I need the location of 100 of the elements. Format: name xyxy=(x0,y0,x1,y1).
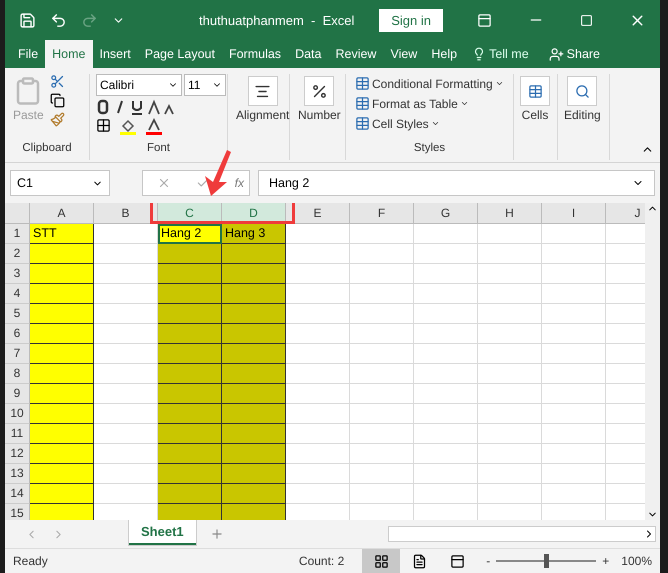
table-cell xyxy=(222,244,286,264)
view-button[interactable] xyxy=(362,548,400,573)
table-cell: Hang 2 xyxy=(158,224,222,244)
cut-icon[interactable] xyxy=(50,74,65,89)
ribbon-tab[interactable]: Help xyxy=(424,40,464,68)
row-header[interactable]: 8 xyxy=(5,364,30,384)
table-cell xyxy=(286,324,350,344)
row-header[interactable]: 9 xyxy=(5,384,30,404)
ribbon-tab[interactable]: Formulas xyxy=(222,40,288,68)
table-cell xyxy=(414,344,478,364)
ribbon-display-icon[interactable] xyxy=(477,12,492,28)
row-header[interactable]: 2 xyxy=(5,244,30,264)
table-cell xyxy=(414,324,478,344)
column-header[interactable]: F xyxy=(350,203,414,224)
column-header[interactable]: A xyxy=(30,203,94,224)
table-cell xyxy=(478,284,542,304)
table-cell xyxy=(94,464,158,484)
styles-menu-button[interactable]: Cell Styles xyxy=(352,114,443,133)
maximize-icon[interactable] xyxy=(580,14,593,26)
ribbon-tab[interactable]: Page Layout xyxy=(138,40,222,68)
table-cell xyxy=(286,384,350,404)
ribbon-tab[interactable]: Insert xyxy=(92,40,138,68)
tell-me-text[interactable]: Tell me xyxy=(489,47,529,61)
table-cell xyxy=(478,484,542,504)
underline-icon[interactable] xyxy=(130,99,144,115)
borders-icon[interactable] xyxy=(96,118,111,133)
editing-button[interactable]: Editing xyxy=(562,74,603,124)
add-sheet-icon[interactable] xyxy=(210,527,224,541)
font-name-field[interactable]: Calibri xyxy=(96,74,182,96)
ribbon-tab[interactable]: View xyxy=(383,40,424,68)
ribbon-tab[interactable]: Home xyxy=(45,40,92,68)
table-cell xyxy=(286,484,350,504)
zoom-thumb[interactable] xyxy=(544,554,550,568)
ribbon-tab[interactable]: File xyxy=(11,40,46,68)
column-header[interactable]: I xyxy=(542,203,606,224)
table-cell xyxy=(286,284,350,304)
row-header[interactable]: 11 xyxy=(5,424,30,444)
zoom-out-button[interactable]: - xyxy=(486,554,490,568)
table-cell xyxy=(478,384,542,404)
ribbon-tab[interactable]: Data xyxy=(288,40,328,68)
row-header[interactable]: 5 xyxy=(5,304,30,324)
alignment-button[interactable]: Alignment xyxy=(234,74,292,124)
font-size-field[interactable]: 11 xyxy=(184,74,226,96)
formula-field[interactable]: Hang 2 xyxy=(258,170,655,196)
save-icon[interactable] xyxy=(19,12,36,28)
page-layout-icon xyxy=(412,554,427,568)
column-header[interactable]: G xyxy=(414,203,478,224)
table-cell xyxy=(94,484,158,504)
number-button[interactable]: Number xyxy=(296,74,343,124)
insert-function-button[interactable]: fx xyxy=(234,176,244,190)
table-cell xyxy=(478,444,542,464)
table-cell xyxy=(158,344,222,364)
row-header[interactable]: 6 xyxy=(5,324,30,344)
zoom-level-text[interactable]: 100% xyxy=(621,554,652,568)
sign-in-button[interactable]: Sign in xyxy=(379,8,443,32)
dropdown-icon xyxy=(494,79,504,88)
table-cell xyxy=(350,464,414,484)
table-cell xyxy=(286,304,350,324)
table-cell xyxy=(350,284,414,304)
share-icon xyxy=(548,46,564,62)
styles-menu-button[interactable]: Format as Table xyxy=(352,94,472,113)
column-header[interactable]: J xyxy=(606,203,645,224)
table-cell xyxy=(478,264,542,284)
share-text[interactable]: Share xyxy=(566,47,600,61)
column-header[interactable]: H xyxy=(478,203,542,224)
table-cell xyxy=(478,464,542,484)
row-header[interactable]: 12 xyxy=(5,444,30,464)
row-header[interactable]: 10 xyxy=(5,404,30,424)
column-header[interactable]: E xyxy=(286,203,350,224)
table-cell xyxy=(30,464,94,484)
horizontal-scrollbar[interactable] xyxy=(388,526,656,542)
table-cell xyxy=(542,464,606,484)
row-header[interactable]: 14 xyxy=(5,484,30,504)
row-header[interactable]: 1 xyxy=(5,224,30,244)
row-header[interactable]: 7 xyxy=(5,344,30,364)
dropdown-icon xyxy=(430,119,440,128)
table-cell xyxy=(222,504,286,520)
row-header[interactable]: 3 xyxy=(5,264,30,284)
zoom-in-button[interactable]: + xyxy=(602,554,610,568)
table-cell xyxy=(222,284,286,304)
sheet-tab[interactable]: Sheet1 xyxy=(129,519,196,545)
table-cell xyxy=(350,364,414,384)
row-header[interactable]: 15 xyxy=(5,504,30,520)
fill-color-icon[interactable] xyxy=(119,118,137,135)
copy-icon[interactable] xyxy=(50,93,65,108)
table-icon xyxy=(528,84,542,98)
table-cell xyxy=(414,404,478,424)
table-cell xyxy=(94,244,158,264)
ribbon-tab[interactable]: Review xyxy=(328,40,384,68)
row-header[interactable]: 13 xyxy=(5,464,30,484)
styles-menu-button[interactable]: Conditional Formatting xyxy=(352,74,507,93)
table-cell xyxy=(542,484,606,504)
table-cell xyxy=(158,484,222,504)
table-cell xyxy=(30,484,94,504)
column-header[interactable]: B xyxy=(94,203,158,224)
row-header[interactable]: 4 xyxy=(5,284,30,304)
table-cell xyxy=(30,384,94,404)
font-color-icon[interactable] xyxy=(145,118,163,135)
undo-icon[interactable] xyxy=(50,12,67,28)
name-box[interactable]: C1 xyxy=(10,170,110,196)
